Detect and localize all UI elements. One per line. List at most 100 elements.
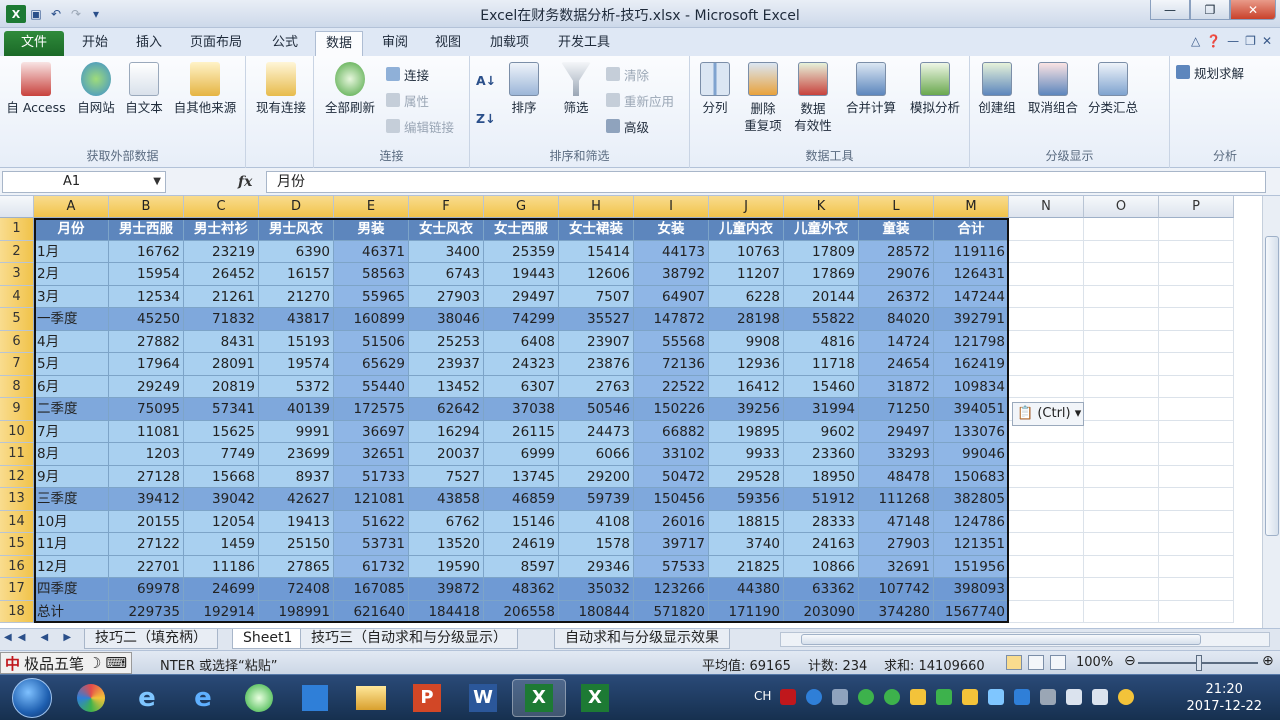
table-cell[interactable]: 29346	[559, 555, 634, 578]
doc-close-icon[interactable]: ✕	[1262, 34, 1272, 48]
table-cell[interactable]: 28333	[784, 510, 859, 533]
table-cell[interactable]: 27903	[859, 533, 934, 556]
table-header-cell[interactable]: 女士西服	[484, 218, 559, 241]
empty-cell[interactable]	[1084, 510, 1159, 533]
subtotal-button[interactable]: 分类汇总	[1082, 62, 1144, 116]
table-cell[interactable]: 24323	[484, 353, 559, 376]
table-cell[interactable]: 18815	[709, 510, 784, 533]
table-cell[interactable]: 17964	[109, 353, 184, 376]
table-cell[interactable]: 55822	[784, 308, 859, 331]
row-header-13[interactable]: 13	[0, 488, 34, 511]
table-cell[interactable]: 126431	[934, 263, 1009, 286]
table-cell[interactable]: 26115	[484, 420, 559, 443]
vertical-scrollbar[interactable]	[1262, 196, 1280, 628]
table-cell[interactable]: 19443	[484, 263, 559, 286]
normal-view-icon[interactable]	[1006, 655, 1022, 670]
empty-cell[interactable]	[1159, 398, 1234, 421]
horizontal-scrollbar[interactable]	[780, 632, 1270, 647]
table-cell[interactable]: 40139	[259, 398, 334, 421]
table-cell[interactable]: 72408	[259, 578, 334, 601]
table-cell[interactable]: 12054	[184, 510, 259, 533]
table-cell[interactable]: 18950	[784, 465, 859, 488]
table-cell[interactable]: 2763	[559, 375, 634, 398]
sheet-tab-effect[interactable]: 自动求和与分级显示效果	[554, 629, 730, 649]
table-cell[interactable]: 394051	[934, 398, 1009, 421]
table-cell[interactable]: 206558	[484, 600, 559, 623]
existing-connections-button[interactable]: 现有连接	[250, 62, 312, 116]
formula-input[interactable]: 月份	[266, 171, 1266, 193]
table-cell[interactable]: 8937	[259, 465, 334, 488]
table-cell[interactable]: 39872	[409, 578, 484, 601]
table-cell[interactable]: 16157	[259, 263, 334, 286]
table-header-cell[interactable]: 女装	[634, 218, 709, 241]
row-header-11[interactable]: 11	[0, 443, 34, 466]
table-cell[interactable]: 9908	[709, 330, 784, 353]
table-cell[interactable]: 171190	[709, 600, 784, 623]
table-cell[interactable]: 6228	[709, 285, 784, 308]
column-header-f[interactable]: F	[409, 196, 484, 218]
table-cell[interactable]: 11081	[109, 420, 184, 443]
table-header-cell[interactable]: 女士裙装	[559, 218, 634, 241]
column-header-j[interactable]: J	[709, 196, 784, 218]
table-cell[interactable]: 47148	[859, 510, 934, 533]
advanced-filter-button[interactable]: 高级	[606, 116, 649, 136]
table-cell[interactable]: 151956	[934, 555, 1009, 578]
empty-cell[interactable]	[1084, 308, 1159, 331]
table-cell[interactable]: 15193	[259, 330, 334, 353]
tray-icon-14[interactable]	[1118, 689, 1134, 705]
consolidate-button[interactable]: 合并计算	[840, 62, 902, 116]
table-cell[interactable]: 45250	[109, 308, 184, 331]
table-cell[interactable]: 44173	[634, 240, 709, 263]
empty-cell[interactable]	[1009, 330, 1084, 353]
row-header-10[interactable]: 10	[0, 420, 34, 443]
table-cell[interactable]: 24473	[559, 420, 634, 443]
empty-cell[interactable]	[1159, 330, 1234, 353]
taskbar-app-colors[interactable]	[64, 679, 118, 717]
table-cell[interactable]: 33102	[634, 443, 709, 466]
table-cell[interactable]: 23907	[559, 330, 634, 353]
table-cell[interactable]: 29076	[859, 263, 934, 286]
table-cell[interactable]: 28198	[709, 308, 784, 331]
empty-cell[interactable]	[1159, 600, 1234, 623]
table-cell[interactable]: 11207	[709, 263, 784, 286]
name-box-dropdown-icon[interactable]: ▼	[153, 172, 161, 192]
taskbar-app-ie1[interactable]: e	[120, 679, 174, 717]
table-cell[interactable]: 51506	[334, 330, 409, 353]
vertical-scroll-thumb[interactable]	[1265, 236, 1279, 536]
tray-icon-8[interactable]	[962, 689, 978, 705]
page-layout-view-icon[interactable]	[1028, 655, 1044, 670]
table-cell[interactable]: 33293	[859, 443, 934, 466]
column-header-n[interactable]: N	[1009, 196, 1084, 218]
empty-cell[interactable]	[1159, 285, 1234, 308]
column-header-b[interactable]: B	[109, 196, 184, 218]
table-cell[interactable]: 14724	[859, 330, 934, 353]
empty-cell[interactable]	[1159, 443, 1234, 466]
table-cell[interactable]: 27882	[109, 330, 184, 353]
table-cell[interactable]: 6066	[559, 443, 634, 466]
taskbar-app-excel2[interactable]: X	[568, 679, 622, 717]
table-cell[interactable]: 398093	[934, 578, 1009, 601]
table-cell[interactable]: 37038	[484, 398, 559, 421]
table-cell[interactable]: 16762	[109, 240, 184, 263]
sort-descending-icon[interactable]: Z↓	[476, 108, 496, 128]
network-icon[interactable]	[988, 689, 1004, 705]
table-cell[interactable]: 32651	[334, 443, 409, 466]
name-box[interactable]: A1 ▼	[2, 171, 166, 193]
taskbar-app-windows[interactable]	[288, 679, 342, 717]
table-cell[interactable]: 59356	[709, 488, 784, 511]
empty-cell[interactable]	[1159, 510, 1234, 533]
tab-insert[interactable]: 插入	[126, 31, 172, 56]
from-web-button[interactable]: 自网站	[72, 62, 120, 116]
table-cell[interactable]: 63362	[784, 578, 859, 601]
table-cell[interactable]: 571820	[634, 600, 709, 623]
table-cell[interactable]: 22701	[109, 555, 184, 578]
tray-icon-13[interactable]	[1092, 689, 1108, 705]
column-header-a[interactable]: A	[34, 196, 109, 218]
insert-function-icon[interactable]: fx	[238, 174, 252, 190]
table-cell[interactable]: 46859	[484, 488, 559, 511]
sheet-tab-tip2[interactable]: 技巧二（填充柄）	[84, 629, 218, 649]
column-header-k[interactable]: K	[784, 196, 859, 218]
table-cell[interactable]: 150456	[634, 488, 709, 511]
table-cell[interactable]: 55568	[634, 330, 709, 353]
table-cell[interactable]: 24699	[184, 578, 259, 601]
